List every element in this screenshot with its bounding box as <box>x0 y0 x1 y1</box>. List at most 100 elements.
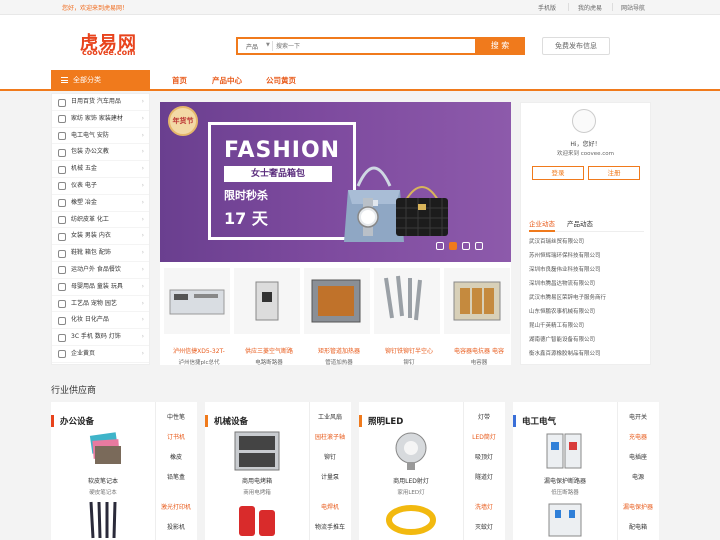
rcd-breaker-image[interactable] <box>525 430 605 472</box>
chevron-right-icon: › <box>141 333 144 341</box>
nav-home[interactable]: 首页 <box>172 70 187 91</box>
category-icon <box>58 148 66 157</box>
login-button[interactable]: 登录 <box>532 166 584 180</box>
led-spotlight-image[interactable] <box>371 430 451 472</box>
category-item[interactable]: 女装 男装 内衣 › <box>52 228 149 246</box>
breaker-module-image[interactable] <box>525 498 605 540</box>
industry-block-machinery: 机械设备 商用电烤箱 商用电烤箱 工业风扇 园柱滚子轴 铆钉 计量泵 电焊机 物… <box>205 402 351 540</box>
product-card[interactable]: 矩形管道加热器 管道加热器 <box>304 268 374 366</box>
carousel-dot[interactable] <box>475 242 483 250</box>
avatar <box>572 109 596 133</box>
chevron-right-icon: › <box>141 165 144 173</box>
post-free-info-button[interactable]: 免费发布信息 <box>542 37 610 55</box>
banner-days: 17 天 <box>224 209 268 228</box>
category-item[interactable]: 企业黄页 › <box>52 346 149 363</box>
industry-name[interactable]: 照明LED <box>368 415 403 427</box>
category-item[interactable]: 仪表 电子 › <box>52 178 149 195</box>
company-link[interactable]: 武汉百瑞丝贸有限公司 <box>529 237 584 245</box>
register-button[interactable]: 注册 <box>588 166 640 180</box>
industry-name[interactable]: 办公设备 <box>60 415 94 427</box>
rivet-image <box>374 268 440 334</box>
category-item[interactable]: 机械 五金 › <box>52 161 149 178</box>
welcome-text: 您好，欢迎来到虎易网！ <box>62 5 129 12</box>
product-card[interactable]: 泸州信捷XD5-32T- 泸州信捷plc总代 <box>164 268 234 366</box>
search-input[interactable] <box>276 40 476 52</box>
category-icon <box>58 350 66 359</box>
category-item[interactable]: 化妆 日化产品 › <box>52 312 149 330</box>
category-icon <box>58 199 66 208</box>
pipe-fitting-image[interactable] <box>217 498 297 540</box>
category-icon <box>58 333 66 342</box>
tab-product-news[interactable]: 产品动态 <box>567 218 593 232</box>
led-strip-image[interactable] <box>371 498 451 540</box>
category-item[interactable]: 纺织皮革 化工 › <box>52 212 149 229</box>
chevron-right-icon: › <box>141 349 144 357</box>
all-categories-button[interactable]: 全部分类 <box>51 70 150 91</box>
nav-yellow-pages[interactable]: 公司黄页 <box>266 70 296 91</box>
category-item[interactable]: 3C 手机 数码 灯饰 › <box>52 329 149 346</box>
my-account-link[interactable]: 我的虎易 <box>578 3 602 12</box>
company-link[interactable]: 深圳市腾昌达物流有限公司 <box>529 279 595 287</box>
plc-image <box>164 268 230 334</box>
category-icon <box>58 115 66 124</box>
nav-products[interactable]: 产品中心 <box>212 70 242 91</box>
greeting: Hi，您好！ <box>570 141 601 148</box>
category-icon <box>58 165 66 174</box>
banner-title: FASHION <box>224 138 341 163</box>
category-item[interactable]: 运动户外 食品餐饮 › <box>52 262 149 279</box>
category-icon <box>58 98 66 107</box>
product-card[interactable]: 电容器电抗器 电容 电容器 <box>444 268 514 366</box>
watch-image <box>357 198 379 236</box>
company-link[interactable]: 山东恒鹏农事机械有限公司 <box>529 307 595 315</box>
carousel-dot[interactable] <box>462 242 470 250</box>
company-link[interactable]: 深圳市良磊伟业科技有限公司 <box>529 265 601 273</box>
carousel-dot[interactable] <box>436 242 444 250</box>
company-link[interactable]: 昆山千英精工有限公司 <box>529 321 584 329</box>
site-nav-link[interactable]: 网站导航 <box>621 3 645 12</box>
reactor-image <box>444 268 510 334</box>
category-item[interactable]: 母婴用品 童装 玩具 › <box>52 279 149 296</box>
industry-name[interactable]: 电工电气 <box>522 415 556 427</box>
search-category-select[interactable]: 产品 <box>246 42 258 51</box>
chevron-right-icon: › <box>141 316 144 324</box>
carousel-dot[interactable] <box>449 242 457 250</box>
chevron-right-icon: › <box>141 198 144 206</box>
carousel-dots <box>436 242 488 252</box>
category-item[interactable]: 工艺品 宠物 园艺 › <box>52 296 149 313</box>
company-link[interactable]: 武汉市腾易区荣辞电子服务商行 <box>529 293 606 301</box>
industry-block-office: 办公设备 软皮笔记本 硬皮笔记本 中性笔 订书机 橡皮 铅笔盒 激光打印机 投影… <box>51 402 197 540</box>
category-item[interactable]: 橡塑 冶金 › <box>52 195 149 212</box>
menu-icon <box>61 77 68 83</box>
search-button[interactable]: 搜 索 <box>475 37 525 55</box>
product-card[interactable]: 供应三菱空气断路 电路断路器 <box>234 268 304 366</box>
category-item[interactable]: 家纺 家饰 家装建材 › <box>52 111 149 128</box>
category-item[interactable]: 鞋靴 箱包 配饰 › <box>52 245 149 262</box>
industry-name[interactable]: 机械设备 <box>214 415 248 427</box>
product-card[interactable]: 铆钉铁铆钉半空心 铆钉 <box>374 268 444 366</box>
circuit-breaker-image <box>234 268 300 334</box>
chevron-down-icon[interactable]: ▼ <box>266 42 270 48</box>
chevron-right-icon: › <box>141 114 144 122</box>
company-link[interactable]: 苏州恒辉瑞环保科技有限公司 <box>529 251 601 259</box>
mobile-link[interactable]: 手机版 <box>538 3 556 12</box>
promo-banner[interactable]: 年货节 FASHION 女士奢品箱包 限时秒杀 17 天 <box>160 102 511 262</box>
chevron-right-icon: › <box>141 265 144 273</box>
oven-image[interactable] <box>217 430 297 472</box>
tab-company-news[interactable]: 企业动态 <box>529 218 555 232</box>
welcome-message: 欢迎来到 coovee.com <box>556 151 615 157</box>
company-link[interactable]: 湖南德广智能设备有限公司 <box>529 335 595 343</box>
chevron-right-icon: › <box>141 232 144 240</box>
header: 虎易网 coovee.com 产品 ▼ 搜 索 免费发布信息 <box>0 15 720 70</box>
notebook-image[interactable] <box>63 430 143 472</box>
pen-image[interactable] <box>63 498 143 540</box>
category-item[interactable]: 电工电气 安防 › <box>52 128 149 145</box>
category-item[interactable]: 包装 办公文教 › <box>52 144 149 162</box>
news-tabs: 企业动态 产品动态 <box>529 218 644 232</box>
category-item[interactable]: 日用百货 汽车用品 › <box>52 94 149 111</box>
chevron-right-icon: › <box>141 282 144 290</box>
main-nav: 全部分类 首页 产品中心 公司黄页 <box>0 70 720 91</box>
section-title: 行业供应商 <box>51 386 97 396</box>
chevron-right-icon: › <box>141 131 144 139</box>
duct-heater-image <box>304 268 370 334</box>
company-link[interactable]: 衡水鑫百源橡胶制品有限公司 <box>529 349 601 357</box>
